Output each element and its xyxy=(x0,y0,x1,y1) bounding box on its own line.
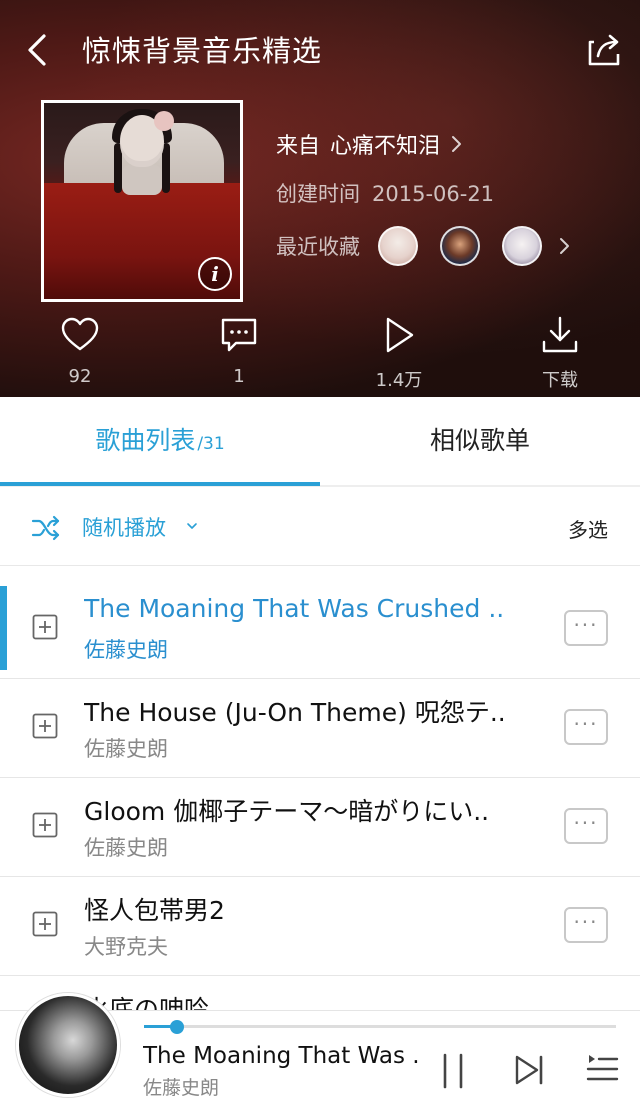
more-options-button[interactable]: ··· xyxy=(564,907,608,943)
song-title: 怪人包帯男2 xyxy=(84,896,225,925)
download-label: 下载 xyxy=(542,370,578,391)
info-icon[interactable]: i xyxy=(198,257,232,291)
progress-handle[interactable] xyxy=(170,1020,185,1034)
shuffle-play-button[interactable]: 随机播放 xyxy=(82,512,166,542)
play-count: 1.4万 xyxy=(375,370,423,391)
playlist-icon[interactable] xyxy=(584,1051,620,1087)
avatar[interactable] xyxy=(502,226,542,266)
created-label: 创建时间 xyxy=(276,182,360,206)
playlist-stats: 92 1 1.4万 下载 xyxy=(0,314,640,392)
add-to-playlist-icon[interactable] xyxy=(32,911,58,937)
active-tab-indicator xyxy=(0,482,320,486)
now-playing-artist[interactable]: 佐藤史朗 xyxy=(143,1073,219,1100)
song-list: The Moaning That Was Crushed .. 佐藤史朗 ···… xyxy=(0,580,640,1016)
comment-icon xyxy=(221,318,257,352)
now-playing-title[interactable]: The Moaning That Was .. xyxy=(143,1043,421,1069)
favorite-avatars xyxy=(378,226,564,266)
list-item[interactable]: Gloom 伽椰子テーマ〜暗がりにい.. 佐藤史朗 ··· xyxy=(0,778,640,877)
list-item[interactable]: The House (Ju-On Theme) 呪怨テ.. 佐藤史朗 ··· xyxy=(0,679,640,778)
download-button[interactable]: 下载 xyxy=(515,314,605,392)
created-date-value: 2015-06-21 xyxy=(372,182,495,206)
like-button[interactable]: 92 xyxy=(35,314,125,387)
shuffle-icon[interactable] xyxy=(30,512,62,544)
progress-bar[interactable] xyxy=(144,1020,616,1034)
song-title: The House (Ju-On Theme) 呪怨テ.. xyxy=(84,698,506,727)
top-bar: 惊悚背景音乐精选 xyxy=(0,18,640,82)
created-date: 创建时间 2015-06-21 xyxy=(276,178,494,208)
avatar[interactable] xyxy=(440,226,480,266)
tab-similar-playlists[interactable]: 相似歌单 xyxy=(320,397,640,485)
mini-player: The Moaning That Was .. 佐藤史朗 xyxy=(0,993,640,1108)
song-title: The Moaning That Was Crushed .. xyxy=(84,594,505,623)
play-icon xyxy=(386,317,414,353)
share-button[interactable] xyxy=(582,28,626,72)
comment-button[interactable]: 1 xyxy=(194,314,284,387)
song-artist: 佐藤史朗 xyxy=(84,737,168,761)
list-item[interactable]: The Moaning That Was Crushed .. 佐藤史朗 ··· xyxy=(0,580,640,679)
download-icon xyxy=(542,316,578,353)
now-playing-cover[interactable] xyxy=(16,993,120,1097)
pause-icon[interactable] xyxy=(436,1051,470,1091)
song-artist: 佐藤史朗 xyxy=(84,836,168,860)
like-count: 92 xyxy=(68,366,92,387)
next-track-icon[interactable] xyxy=(512,1053,546,1087)
list-item[interactable]: 怪人包帯男2 大野克夫 ··· xyxy=(0,877,640,976)
more-options-button[interactable]: ··· xyxy=(564,610,608,646)
page-title: 惊悚背景音乐精选 xyxy=(82,34,323,68)
chevron-right-icon xyxy=(560,238,569,254)
playlist-cover[interactable]: i xyxy=(41,100,243,302)
back-arrow-icon xyxy=(28,34,46,66)
play-all-button[interactable]: 1.4万 xyxy=(354,314,444,392)
song-artist: 大野克夫 xyxy=(84,935,168,959)
song-title: Gloom 伽椰子テーマ〜暗がりにい.. xyxy=(84,797,490,826)
avatar[interactable] xyxy=(378,226,418,266)
comment-count: 1 xyxy=(233,366,245,387)
recent-fav-label: 最近收藏 xyxy=(276,235,360,259)
tab-bar: 歌曲列表/31 相似歌单 xyxy=(0,397,640,487)
list-toolbar: 随机播放 多选 xyxy=(0,488,640,566)
song-artist: 佐藤史朗 xyxy=(84,638,168,662)
add-to-playlist-icon[interactable] xyxy=(32,614,58,640)
tab-song-list[interactable]: 歌曲列表/31 xyxy=(0,397,320,485)
heart-icon xyxy=(61,317,99,351)
song-count: /31 xyxy=(197,434,225,454)
multi-select-button[interactable]: 多选 xyxy=(568,514,608,543)
more-options-button[interactable]: ··· xyxy=(564,808,608,844)
add-to-playlist-icon[interactable] xyxy=(32,713,58,739)
from-label: 来自 xyxy=(276,134,321,159)
back-button[interactable] xyxy=(14,26,62,74)
chevron-down-icon[interactable] xyxy=(186,520,198,532)
chevron-right-icon xyxy=(452,136,462,152)
more-options-button[interactable]: ··· xyxy=(564,709,608,745)
creator-link[interactable]: 来自 心痛不知泪 xyxy=(276,128,464,160)
add-to-playlist-icon[interactable] xyxy=(32,812,58,838)
recent-favorites[interactable]: 最近收藏 xyxy=(276,226,572,266)
tab-song-list-label: 歌曲列表 xyxy=(95,426,196,455)
creator-name: 心痛不知泪 xyxy=(330,134,441,159)
share-icon xyxy=(588,34,620,66)
playlist-header: 惊悚背景音乐精选 i 来自 心痛不知泪 创建时间 2015-06-21 最近收藏 xyxy=(0,0,640,397)
